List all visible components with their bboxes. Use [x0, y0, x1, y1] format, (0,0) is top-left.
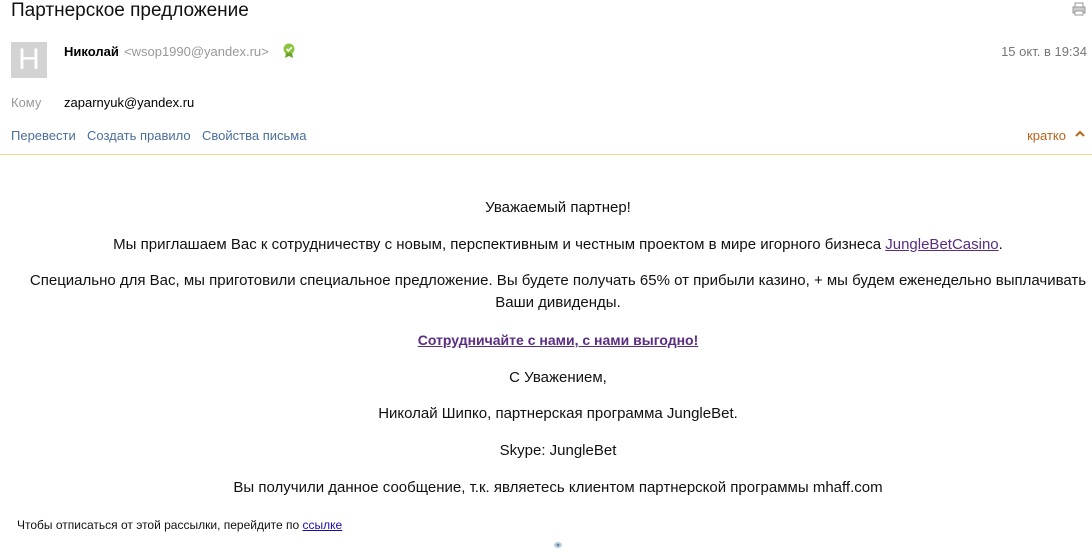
print-icon[interactable]: [1072, 2, 1086, 16]
translate-link[interactable]: Перевести: [11, 128, 76, 143]
tracking-pixel-icon: [554, 542, 562, 548]
create-rule-link[interactable]: Создать правило: [87, 128, 191, 143]
header-divider: [0, 154, 1092, 155]
sender-email[interactable]: <wsop1990@yandex.ru>: [124, 44, 269, 59]
to-recipient[interactable]: zaparnyuk@yandex.ru: [64, 95, 194, 110]
casino-link[interactable]: JungleBetCasino: [885, 236, 998, 253]
unsubscribe-link[interactable]: ссылке: [303, 518, 343, 532]
to-label: Кому: [11, 95, 42, 110]
offer-line-2: Ваши дивиденды.: [495, 294, 621, 311]
regards: С Уважением,: [509, 369, 607, 386]
cta-paragraph: Сотрудничайте с нами, с нами выгодно!: [0, 332, 1092, 349]
email-subject: Партнерское предложение: [11, 0, 249, 21]
offer-line-1: Специально для Вас, мы приготовили специ…: [29, 272, 1087, 289]
cta-link[interactable]: Сотрудничайте с нами, с нами выгодно!: [418, 332, 699, 348]
skype-contact: Skype: JungleBet: [499, 442, 617, 459]
chevron-up-icon[interactable]: [1074, 128, 1086, 140]
sender-name[interactable]: Николай: [64, 44, 119, 59]
brief-toggle[interactable]: кратко: [1027, 128, 1066, 143]
signature: Николай Шипко, партнерская программа Jun…: [378, 405, 738, 422]
email-date: 15 окт. в 19:34: [1001, 44, 1087, 59]
invite-text: Мы приглашаем Вас к сотрудничеству с нов…: [113, 236, 886, 253]
avatar[interactable]: Н: [11, 42, 47, 78]
greeting: Уважаемый партнер!: [485, 199, 631, 216]
message-properties-link[interactable]: Свойства письма: [202, 128, 306, 143]
subscription-reason: Вы получили данное сообщение, т.к. являе…: [233, 479, 883, 496]
invite-paragraph: Мы приглашаем Вас к сотрудничеству с нов…: [113, 236, 1003, 253]
unsubscribe-text: Чтобы отписаться от этой рассылки, перей…: [17, 518, 303, 532]
unsubscribe-note: Чтобы отписаться от этой рассылки, перей…: [17, 518, 342, 532]
verified-icon: [283, 43, 295, 58]
